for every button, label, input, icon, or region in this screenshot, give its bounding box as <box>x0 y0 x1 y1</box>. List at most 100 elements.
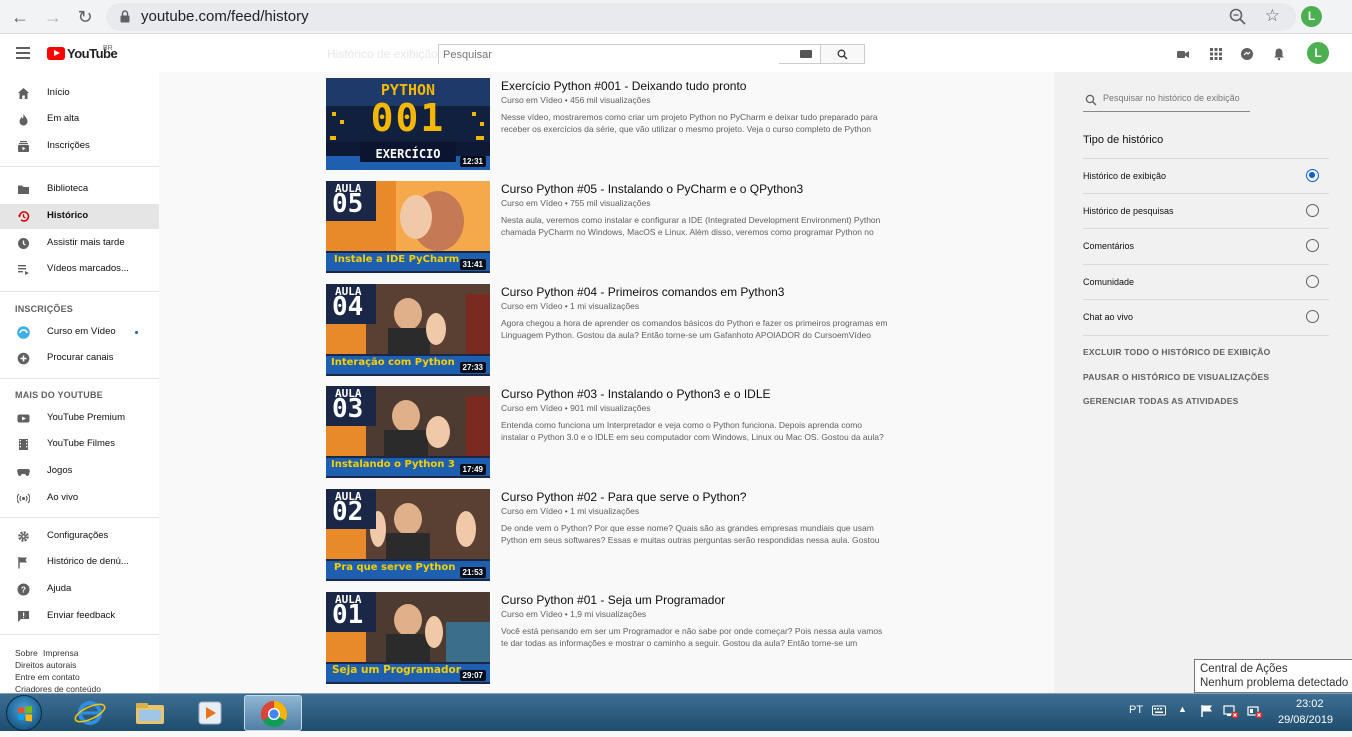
address-bar[interactable]: youtube.com/feed/history ☆ <box>106 3 1296 31</box>
video-item[interactable]: AULA 01 Seja um Programador 29:07 Curso … <box>326 592 891 684</box>
clock-date[interactable]: 29/08/2019 <box>1278 714 1333 726</box>
language-indicator[interactable]: PT <box>1129 704 1143 716</box>
live-icon <box>17 493 30 504</box>
home-icon <box>18 88 29 99</box>
history-option-exibicao[interactable]: Histórico de exibição <box>1083 158 1329 193</box>
sidebar-item-em-alta[interactable]: Em alta <box>0 107 159 132</box>
clear-watch-history-button[interactable]: EXCLUIR TODO O HISTÓRICO DE EXIBIÇÃO <box>1083 347 1270 357</box>
channel-name[interactable]: Curso em Vídeo <box>501 95 562 105</box>
sidebar-item-inicio[interactable]: Início <box>0 81 159 106</box>
footer-link-imprensa[interactable]: Imprensa <box>43 648 78 658</box>
sidebar-item-configuracoes[interactable]: Configurações <box>0 524 159 549</box>
action-center-flag-icon[interactable] <box>1200 704 1214 718</box>
video-title[interactable]: Curso Python #02 - Para que serve o Pyth… <box>501 490 746 504</box>
thumbnail-bottom-text: Instalando o Python 3 <box>331 459 455 470</box>
video-item[interactable]: AULA 03 Instalando o Python 3 17:49 Curs… <box>326 386 891 478</box>
video-thumbnail[interactable]: AULA 03 Instalando o Python 3 17:49 <box>326 386 490 478</box>
sidebar-item-enviar-feedback[interactable]: Enviar feedback <box>0 604 159 629</box>
start-button[interactable] <box>6 695 42 731</box>
history-option-pesquisas[interactable]: Histórico de pesquisas <box>1083 193 1329 228</box>
channel-name[interactable]: Curso em Vídeo <box>501 301 562 311</box>
apps-grid-icon[interactable] <box>1209 47 1223 61</box>
account-avatar[interactable]: L <box>1307 42 1329 64</box>
notifications-bell-icon[interactable] <box>1272 47 1286 61</box>
footer-link-criadores[interactable]: Criadores de conteúdo <box>15 684 101 693</box>
zoom-icon[interactable] <box>1228 7 1248 27</box>
sidebar-item-ajuda[interactable]: ? Ajuda <box>0 577 159 602</box>
radio-button[interactable] <box>1306 239 1319 252</box>
radio-button[interactable] <box>1306 310 1319 323</box>
media-player-icon <box>198 701 222 725</box>
search-input[interactable] <box>439 46 779 64</box>
video-meta: Curso em Vídeo • 755 mil visualizações <box>501 198 651 208</box>
footer-link-sobre[interactable]: Sobre <box>15 648 38 658</box>
sidebar-item-historico[interactable]: Histórico <box>0 204 159 229</box>
reload-icon[interactable]: ↻ <box>74 6 96 28</box>
video-title[interactable]: Curso Python #05 - Instalando o PyCharm … <box>501 182 803 196</box>
youtube-icon <box>17 414 30 423</box>
sidebar-item-youtube-filmes[interactable]: YouTube Filmes <box>0 432 159 457</box>
messages-icon[interactable] <box>1240 47 1254 61</box>
forward-icon[interactable]: → <box>42 6 64 28</box>
sidebar-item-ao-vivo[interactable]: Ao vivo <box>0 486 159 511</box>
video-thumbnail[interactable]: AULA 02 Pra que serve Python 21:53 <box>326 489 490 581</box>
video-item[interactable]: AULA 02 Pra que serve Python 21:53 Curso… <box>326 489 891 581</box>
browser-profile-avatar[interactable]: L <box>1301 6 1322 27</box>
video-thumbnail[interactable]: AULA 04 Interação com Python 27:33 <box>326 284 490 376</box>
channel-name[interactable]: Curso em Vídeo <box>501 609 562 619</box>
video-thumbnail[interactable]: AULA 05 Instale a IDE PyCharm 31:41 <box>326 181 490 273</box>
radio-button[interactable] <box>1306 204 1319 217</box>
history-option-chat[interactable]: Chat ao vivo <box>1083 299 1329 334</box>
taskbar-chrome-button[interactable] <box>244 695 302 731</box>
video-thumbnail[interactable]: PYTHON 001 EXERCÍCIO 12:31 <box>326 78 490 170</box>
radio-button[interactable] <box>1306 275 1319 288</box>
menu-icon[interactable] <box>16 47 30 59</box>
footer-link-entre-em-contato[interactable]: Entre em contato <box>15 672 80 682</box>
sidebar-item-inscricoes[interactable]: Inscrições <box>0 134 159 159</box>
subscriptions-section-title: INSCRIÇÕES <box>15 304 74 314</box>
back-icon[interactable]: ← <box>9 6 31 28</box>
sidebar-item-assistir-mais-tarde[interactable]: Assistir mais tarde <box>0 231 159 256</box>
video-thumbnail[interactable]: AULA 01 Seja um Programador 29:07 <box>326 592 490 684</box>
taskbar-explorer-button[interactable] <box>121 695 179 731</box>
bookmark-star-icon[interactable]: ☆ <box>1265 6 1280 26</box>
manage-activity-button[interactable]: GERENCIAR TODAS AS ATIVIDADES <box>1083 396 1239 406</box>
sidebar-item-biblioteca[interactable]: Biblioteca <box>0 177 159 202</box>
search-icon <box>837 49 848 60</box>
video-title[interactable]: Curso Python #04 - Primeiros comandos em… <box>501 285 784 299</box>
sidebar-item-youtube-premium[interactable]: YouTube Premium <box>0 406 159 431</box>
sidebar-item-jogos[interactable]: Jogos <box>0 459 159 484</box>
keyboard-icon[interactable] <box>800 50 812 58</box>
sidebar-item-historico-denuncias[interactable]: Histórico de denú... <box>0 550 159 575</box>
folder-icon <box>136 703 164 724</box>
network-warning-icon[interactable] <box>1223 703 1239 719</box>
taskbar-media-player-button[interactable] <box>181 695 239 731</box>
sidebar-item-videos-marcados[interactable]: Vídeos marcados... <box>0 257 159 282</box>
taskbar-ie-button[interactable] <box>61 695 119 731</box>
keyboard-icon[interactable] <box>1152 705 1166 716</box>
sidebar-item-procurar-canais[interactable]: Procurar canais <box>0 346 159 371</box>
clock-time[interactable]: 23:02 <box>1296 698 1324 710</box>
sidebar-item-curso-em-video[interactable]: Curso em Vídeo <box>0 320 159 345</box>
history-search-input[interactable] <box>1103 93 1248 103</box>
power-warning-icon[interactable] <box>1247 703 1263 719</box>
video-title[interactable]: Exercício Python #001 - Deixando tudo pr… <box>501 79 746 93</box>
create-video-icon[interactable] <box>1176 47 1190 61</box>
channel-name[interactable]: Curso em Vídeo <box>501 198 562 208</box>
channel-name[interactable]: Curso em Vídeo <box>501 506 562 516</box>
footer-link-direitos-autorais[interactable]: Direitos autorais <box>15 660 76 670</box>
radio-button-selected[interactable] <box>1306 169 1319 182</box>
video-item[interactable]: AULA 04 Interação com Python 27:33 Curso… <box>326 284 891 376</box>
history-option-comentarios[interactable]: Comentários <box>1083 228 1329 263</box>
search-button[interactable] <box>821 44 865 64</box>
url-text[interactable]: youtube.com/feed/history <box>141 8 309 25</box>
history-search <box>1083 88 1250 112</box>
channel-name[interactable]: Curso em Vídeo <box>501 403 562 413</box>
pause-watch-history-button[interactable]: PAUSAR O HISTÓRICO DE VISUALIZAÇÕES <box>1083 372 1269 382</box>
video-item[interactable]: AULA 05 Instale a IDE PyCharm 31:41 Curs… <box>326 181 891 273</box>
history-option-comunidade[interactable]: Comunidade <box>1083 264 1329 299</box>
video-item[interactable]: PYTHON 001 EXERCÍCIO 12:31 Exercício Pyt… <box>326 78 891 170</box>
video-title[interactable]: Curso Python #03 - Instalando o Python3 … <box>501 387 771 401</box>
video-title[interactable]: Curso Python #01 - Seja um Programador <box>501 593 725 607</box>
show-hidden-icons-icon[interactable]: ▲ <box>1178 704 1187 714</box>
